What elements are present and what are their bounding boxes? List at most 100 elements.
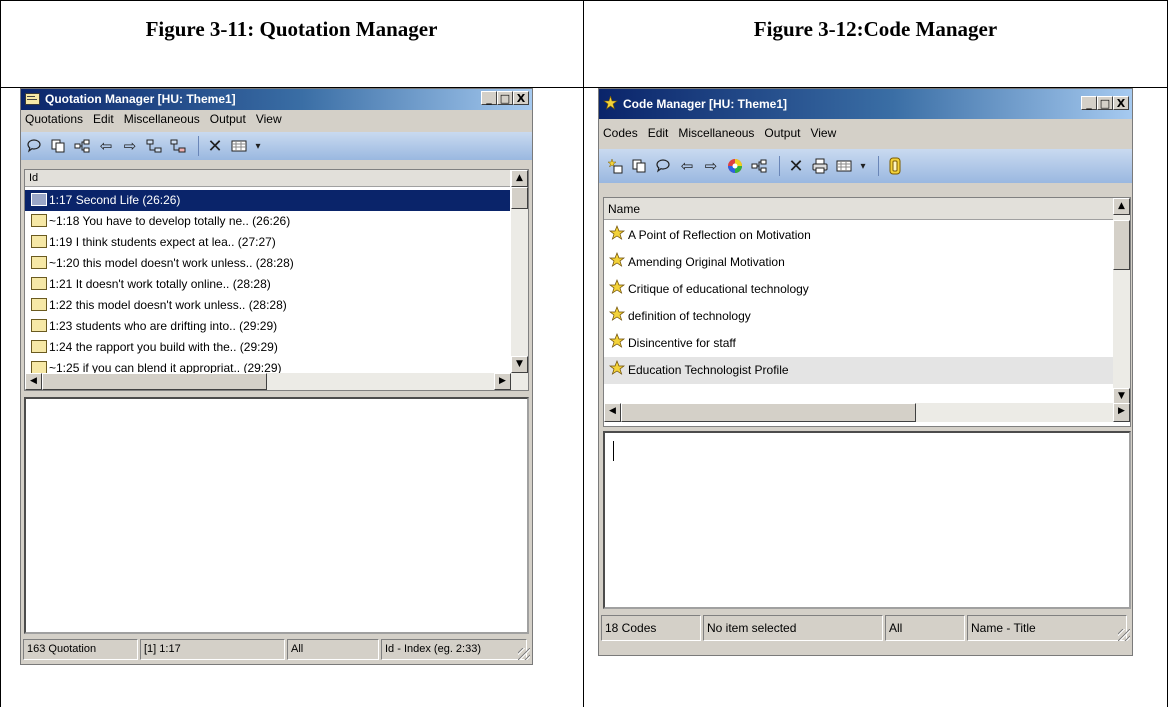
list-item[interactable]: ~1:20 this model doesn't work unless.. (…	[25, 253, 294, 274]
list-item[interactable]: Critique of educational technology	[604, 276, 1114, 303]
new-code-icon[interactable]	[605, 156, 625, 176]
toolbar-separator	[878, 156, 879, 176]
maximize-button[interactable]: □	[497, 91, 513, 105]
minimize-button[interactable]: _	[481, 91, 497, 105]
caption-quotation-manager: Figure 3-11: Quotation Manager	[145, 17, 438, 41]
scroll-down-icon[interactable]: ▼	[511, 356, 528, 373]
horizontal-scrollbar[interactable]: ◀ ▶	[604, 403, 1130, 422]
status-current: [1] 1:17	[140, 639, 285, 660]
scroll-right-icon[interactable]: ▶	[1113, 403, 1130, 422]
status-selection: No item selected	[703, 615, 883, 641]
linked-quotation-icon	[31, 256, 47, 269]
menu-miscellaneous[interactable]: Miscellaneous	[674, 126, 760, 146]
list-item[interactable]: ~1:18 You have to develop totally ne.. (…	[25, 211, 290, 232]
code-list: Name A Point of Reflection on Motivation…	[603, 197, 1131, 427]
delete-icon[interactable]: ✕	[786, 156, 806, 177]
arrow-right-icon[interactable]: ⇨	[120, 136, 140, 156]
scroll-right-icon[interactable]: ▶	[494, 373, 511, 390]
status-sort: Id - Index (eg. 2:33)	[381, 639, 527, 660]
copy-icon[interactable]	[629, 156, 649, 176]
status-filter: All	[287, 639, 379, 660]
code-icon	[608, 225, 626, 240]
list-item[interactable]: 1:21 It doesn't work totally online.. (2…	[25, 274, 271, 295]
menu-edit[interactable]: Edit	[644, 126, 675, 146]
title-bar[interactable]: Quotation Manager [HU: Theme1] _ □ X	[21, 89, 532, 110]
list-item[interactable]: 1:23 students who are drifting into.. (2…	[25, 316, 277, 337]
caption-code-manager: Figure 3-12:Code Manager	[753, 17, 998, 41]
list-item[interactable]: Disincentive for staff	[604, 330, 1114, 357]
comment-icon[interactable]	[24, 136, 44, 156]
print-icon[interactable]	[810, 156, 830, 176]
comment-icon[interactable]	[653, 156, 673, 176]
vertical-scrollbar[interactable]: ▲ ▼	[511, 170, 528, 373]
table-border-left	[0, 0, 1, 707]
list-item[interactable]: definition of technology	[604, 303, 1114, 330]
copy-icon[interactable]	[48, 136, 68, 156]
dropdown-arrow-icon[interactable]: ▾	[253, 136, 263, 156]
scroll-up-icon[interactable]: ▲	[511, 170, 528, 187]
scroll-up-icon[interactable]: ▲	[1113, 198, 1130, 215]
list-item[interactable]: 1:19 I think students expect at lea.. (2…	[25, 232, 276, 253]
arrow-right-icon[interactable]: ⇨	[701, 156, 721, 176]
code-icon	[608, 279, 626, 294]
menu-view[interactable]: View	[252, 112, 288, 130]
menu-quotations[interactable]: Quotations	[21, 112, 89, 130]
scroll-thumb[interactable]	[511, 187, 528, 209]
list-item[interactable]: 1:17 Second Life (26:26)	[25, 190, 510, 211]
list-item[interactable]: Amending Original Motivation	[604, 249, 1114, 276]
vertical-scrollbar[interactable]: ▲ ▼	[1113, 198, 1130, 405]
tree-icon[interactable]	[144, 136, 164, 156]
list-item[interactable]: 1:22 this model doesn't work unless.. (2…	[25, 295, 287, 316]
scroll-thumb[interactable]	[621, 403, 916, 422]
close-button[interactable]: X	[513, 91, 529, 105]
table-border-top	[0, 0, 1168, 1]
quotation-icon	[31, 340, 47, 353]
scroll-left-icon[interactable]: ◀	[604, 403, 621, 422]
code-manager-icon	[603, 96, 618, 110]
close-button[interactable]: X	[1113, 96, 1129, 110]
maximize-button[interactable]: □	[1097, 96, 1113, 110]
scroll-thumb[interactable]	[42, 373, 267, 390]
quotation-manager-icon	[25, 93, 40, 105]
delete-icon[interactable]: ✕	[205, 136, 225, 157]
horizontal-scrollbar[interactable]: ◀ ▶	[25, 373, 528, 390]
code-icon	[608, 360, 626, 375]
scroll-left-icon[interactable]: ◀	[25, 373, 42, 390]
minimize-button[interactable]: _	[1081, 96, 1097, 110]
column-header-id[interactable]: Id	[25, 170, 510, 187]
menu-view[interactable]: View	[806, 126, 842, 146]
filter-icon[interactable]	[885, 156, 905, 176]
menu-output[interactable]: Output	[206, 112, 252, 130]
resize-grip-icon[interactable]	[518, 648, 530, 660]
quotation-text-pane[interactable]	[24, 397, 529, 634]
list-item[interactable]: Education Technologist Profile	[604, 357, 1114, 384]
code-icon	[608, 333, 626, 348]
status-filter: All	[885, 615, 965, 641]
arrow-left-icon[interactable]: ⇦	[677, 156, 697, 176]
network-icon[interactable]	[749, 156, 769, 176]
code-icon	[608, 306, 626, 321]
code-comment-pane[interactable]	[603, 431, 1131, 609]
menu-codes[interactable]: Codes	[599, 126, 644, 146]
quotation-list: Id 1:17 Second Life (26:26) ~1:18 You ha…	[24, 169, 529, 391]
column-header-name[interactable]: Name	[604, 198, 1114, 220]
menu-output[interactable]: Output	[760, 126, 806, 146]
toolbar: ⇦ ⇨ ✕ ▾	[21, 132, 532, 160]
color-wheel-icon[interactable]	[725, 156, 745, 176]
menu-bar: Quotations Edit Miscellaneous Output Vie…	[21, 112, 532, 130]
list-view-icon[interactable]	[834, 156, 854, 176]
tree-collapse-icon[interactable]	[168, 136, 188, 156]
list-item[interactable]: 1:24 the rapport you build with the.. (2…	[25, 337, 278, 358]
menu-miscellaneous[interactable]: Miscellaneous	[120, 112, 206, 130]
title-bar[interactable]: Code Manager [HU: Theme1] _ □ X	[599, 89, 1132, 119]
code-icon	[608, 252, 626, 267]
resize-grip-icon[interactable]	[1118, 629, 1130, 641]
network-icon[interactable]	[72, 136, 92, 156]
list-item[interactable]: A Point of Reflection on Motivation	[604, 222, 1114, 249]
menu-edit[interactable]: Edit	[89, 112, 120, 130]
arrow-left-icon[interactable]: ⇦	[96, 136, 116, 156]
dropdown-arrow-icon[interactable]: ▾	[858, 156, 868, 176]
scroll-thumb[interactable]	[1113, 220, 1130, 270]
quotation-icon	[31, 319, 47, 332]
list-view-icon[interactable]	[229, 136, 249, 156]
